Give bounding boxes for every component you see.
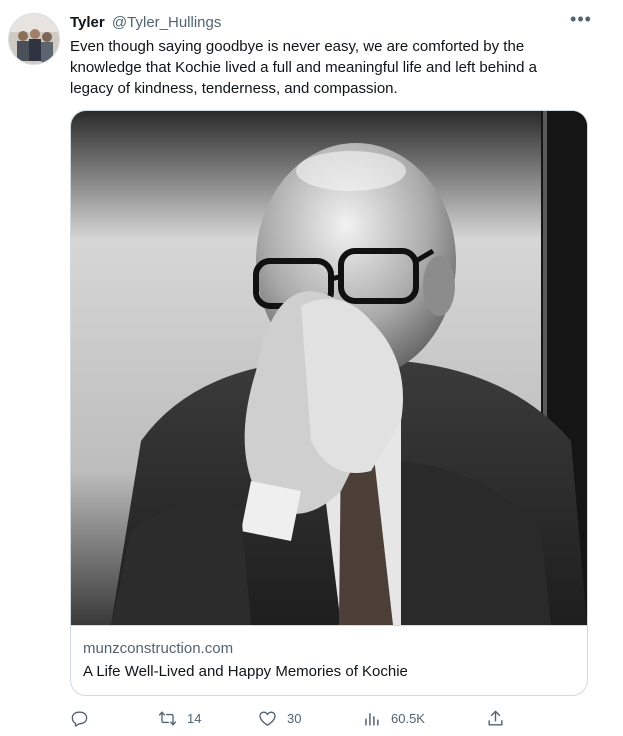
heart-icon [258, 709, 277, 728]
more-icon[interactable]: ••• [569, 10, 593, 32]
views-button[interactable]: 60.5K [362, 706, 425, 730]
reply-button[interactable] [70, 706, 99, 730]
avatar[interactable] [8, 13, 60, 65]
reply-icon [70, 709, 89, 728]
tweet-text: Even though saying goodbye is never easy… [70, 38, 537, 97]
share-icon [486, 709, 505, 728]
like-count: 30 [287, 710, 302, 726]
views-count: 60.5K [391, 710, 425, 726]
link-card[interactable]: munzconstruction.com A Life Well-Lived a… [70, 110, 588, 696]
share-button[interactable] [486, 706, 505, 730]
author-name[interactable]: Tyler [70, 14, 105, 31]
author-handle[interactable]: @Tyler_Hullings [112, 14, 221, 31]
retweet-icon [158, 709, 177, 728]
like-button[interactable]: 30 [258, 706, 301, 730]
action-bar: 14 30 60.5K [70, 706, 520, 730]
tweet-header: Tyler @Tyler_Hullings [70, 14, 221, 32]
card-image [71, 111, 587, 625]
card-domain: munzconstruction.com [83, 640, 234, 657]
card-title: A Life Well-Lived and Happy Memories of … [83, 663, 408, 680]
views-icon [362, 709, 381, 728]
retweet-count: 14 [187, 710, 202, 726]
retweet-button[interactable]: 14 [158, 706, 201, 730]
card-footer: munzconstruction.com A Life Well-Lived a… [71, 625, 587, 695]
